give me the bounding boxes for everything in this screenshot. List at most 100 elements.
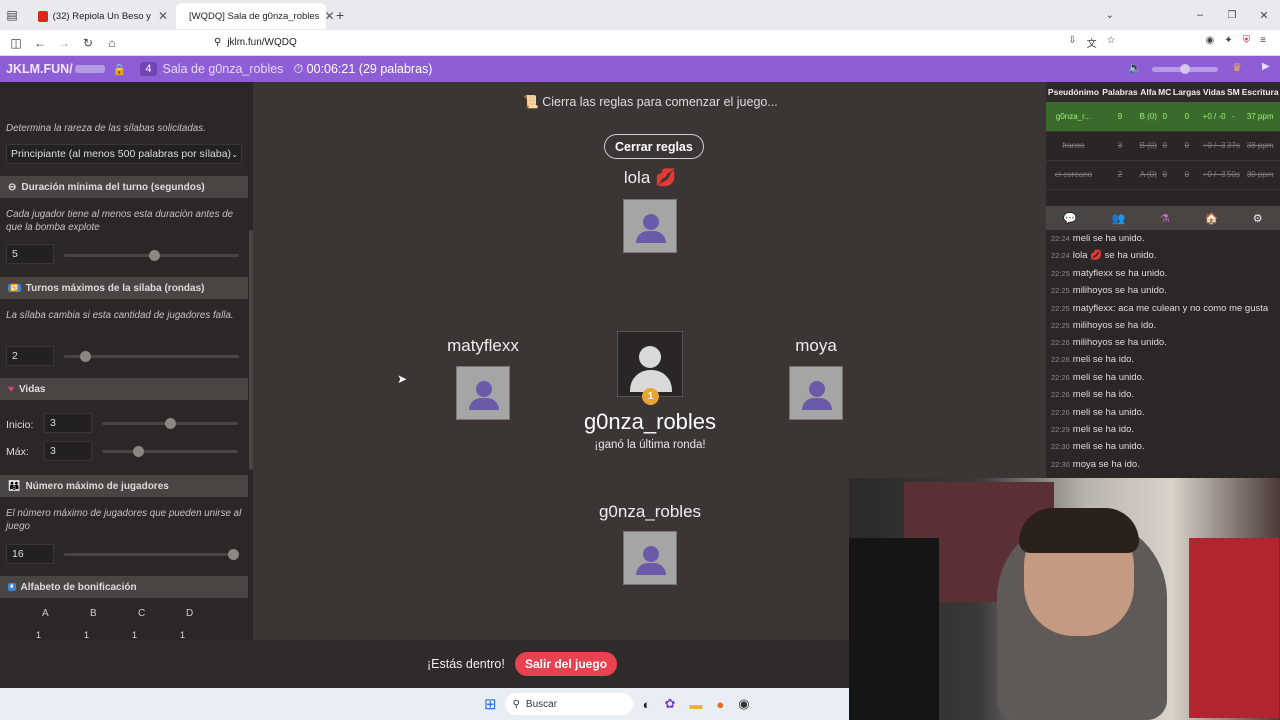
settings-gear-icon[interactable]: ⚙ (1253, 212, 1263, 225)
back-icon[interactable]: ← (28, 36, 52, 50)
join-status-text: ¡Estás dentro! (427, 657, 505, 671)
room-icon[interactable]: 🏠 (1204, 212, 1218, 225)
address-bar[interactable]: ⚲ jklm.fun/WQDQ (214, 37, 297, 48)
column-header[interactable]: SM (1226, 82, 1241, 102)
pause-icon: ⏸ (8, 583, 16, 591)
room-name: Sala de g0nza_robles (162, 62, 284, 76)
bookmark-icon[interactable]: ☆ (1107, 35, 1116, 50)
players-icon[interactable]: 👥 (1112, 212, 1126, 225)
tab-youtube[interactable]: (32) Repiola Un Beso y una Flo ✕ (30, 3, 176, 29)
chat-text: milihoyos se ha unido. (1072, 285, 1167, 297)
player-avatar-lola[interactable] (623, 199, 677, 253)
rules-icon[interactable]: ⚗ (1160, 212, 1170, 225)
firefox-icon[interactable]: ● (716, 697, 724, 712)
taskbar-search[interactable]: ⚲ Buscar (504, 693, 633, 715)
close-window-icon[interactable]: ✕ (1248, 9, 1280, 22)
column-header[interactable]: MC (1157, 82, 1172, 102)
table-row[interactable]: franco 3 B (0) 0 0 +0 / -3 37s 38 ppm (1046, 131, 1280, 161)
collapse-sidebar-icon[interactable]: ▶ (1262, 61, 1270, 72)
rarity-select[interactable]: Principiante (al menos 500 palabras por … (6, 144, 242, 164)
chat-text: milihoyos se ha unido. (1072, 337, 1167, 349)
table-row[interactable]: g0nza_r... 9 B (0) 0 0 +0 / -0 - 37 ppm (1046, 102, 1280, 132)
rules-notice: 📜 Cierra las reglas para comenzar el jue… (253, 95, 1048, 110)
chat-bubble-icon[interactable]: 💬 (1063, 212, 1077, 225)
column-header[interactable]: Pseudónimo (1046, 82, 1101, 102)
table-cell: g0nza_r... (1046, 102, 1101, 132)
extensions-icon[interactable]: ✦ (1224, 35, 1232, 50)
bonus-value[interactable]: 1 (180, 630, 185, 640)
windows-start-icon[interactable]: ⊞ (484, 695, 497, 713)
max-players-slider-knob[interactable] (228, 549, 239, 560)
app-icon-g[interactable]: ◐ (643, 697, 651, 712)
table-cell: 0 (1157, 131, 1172, 161)
close-icon[interactable]: ✕ (158, 9, 168, 23)
sidebar-icon[interactable]: ◫ (4, 36, 28, 50)
column-header[interactable]: Palabras (1100, 82, 1139, 102)
download-icon[interactable]: ⇩ (1068, 35, 1076, 50)
site-brand[interactable]: JKLM.FUN/ (0, 62, 73, 76)
crown-icon[interactable]: ♛ (1232, 61, 1242, 74)
player-name-moya: moya (795, 336, 837, 355)
tab-label: [WQDQ] Sala de g0nza_robles (189, 10, 320, 22)
max-turns-slider-knob[interactable] (80, 351, 92, 362)
column-header[interactable]: Vidas (1201, 82, 1227, 102)
rarity-description: Determina la rareza de las sílabas solic… (6, 123, 206, 134)
account-icon[interactable]: ◉ (1206, 35, 1215, 50)
round-timer: ⏱ 00:06:21 (29 palabras) (293, 62, 432, 77)
chat-timestamp: 22:30 (1051, 459, 1070, 469)
table-cell: 0 (1157, 102, 1172, 132)
file-explorer-icon[interactable]: ▬ (689, 697, 702, 712)
table-cell: 0 (1171, 131, 1202, 161)
reload-icon[interactable]: ↻ (76, 36, 100, 50)
bonus-value[interactable]: 1 (132, 630, 137, 640)
chevron-down-icon: ⌄ (231, 149, 238, 159)
min-turn-slider-knob[interactable] (149, 250, 161, 261)
max-players-slider[interactable] (64, 553, 239, 556)
new-tab-icon[interactable]: + (336, 7, 344, 23)
column-header[interactable]: Alfa (1138, 82, 1158, 102)
browser-tab-bar: ▤ (32) Repiola Un Beso y una Flo ✕ [WQDQ… (0, 0, 1280, 30)
volume-knob[interactable] (1180, 64, 1190, 74)
lives-max-slider-knob[interactable] (133, 446, 145, 457)
menu-icon[interactable]: ≡ (1260, 35, 1266, 50)
max-turns-input[interactable]: 2 (6, 346, 54, 366)
lives-start-input[interactable]: 3 (44, 413, 92, 433)
lives-max-slider[interactable] (102, 450, 238, 453)
home-icon[interactable]: ⌂ (100, 36, 124, 50)
volume-icon[interactable]: 🔈 (1128, 61, 1142, 74)
winner-avatar[interactable]: 1 (617, 331, 683, 405)
close-rules-button[interactable]: Cerrar reglas (604, 134, 704, 159)
tab-jklm[interactable]: [WQDQ] Sala de g0nza_robles ✕ (176, 3, 335, 29)
bonus-value[interactable]: 1 (84, 630, 89, 640)
people-icon: 👪 (8, 480, 21, 492)
obs-icon[interactable]: ◉ (738, 696, 749, 712)
chevron-down-icon[interactable]: ⌄ (1106, 10, 1114, 21)
forward-icon[interactable]: → (52, 36, 76, 50)
minimize-icon[interactable]: – (1184, 9, 1216, 21)
close-icon[interactable]: ✕ (324, 9, 334, 23)
maximize-icon[interactable]: ❐ (1216, 10, 1248, 21)
bonus-letter: B (90, 608, 97, 619)
player-count-badge: 4 (140, 62, 157, 76)
translate-icon[interactable]: 文 (1087, 35, 1097, 50)
chat-timestamp: 22:25 (1051, 303, 1070, 313)
lives-start-slider-knob[interactable] (164, 418, 176, 429)
bonus-value[interactable]: 1 (36, 630, 41, 640)
column-header[interactable]: Escritura (1240, 82, 1280, 102)
chat-message: 22:25 matyflexx se ha unido. (1051, 265, 1275, 282)
max-players-input[interactable]: 16 (6, 544, 54, 564)
leave-game-button[interactable]: Salir del juego (515, 652, 618, 676)
lives-max-input[interactable]: 3 (44, 441, 92, 461)
ublock-icon[interactable]: ⛨ (1243, 35, 1251, 50)
table-row[interactable]: el coreano 2 A (0) 0 0 +0 / -3 50s 30 pp… (1046, 160, 1280, 190)
tab-list-icon[interactable]: ▤ (0, 8, 24, 22)
site-info-icon[interactable]: ⚲ (214, 37, 221, 48)
column-header[interactable]: Largas (1171, 82, 1202, 102)
player-avatar-g0nza[interactable] (623, 531, 677, 585)
chat-message: 22:29 meli se ha ido. (1051, 421, 1275, 438)
section-lives: ♥ Vidas (0, 378, 248, 400)
chat-message: 22:24 meli se ha unido. (1051, 230, 1275, 247)
min-turn-input[interactable]: 5 (6, 244, 54, 264)
lock-icon[interactable]: 🔒 (113, 63, 127, 76)
copilot-icon[interactable]: ✿ (664, 696, 675, 712)
